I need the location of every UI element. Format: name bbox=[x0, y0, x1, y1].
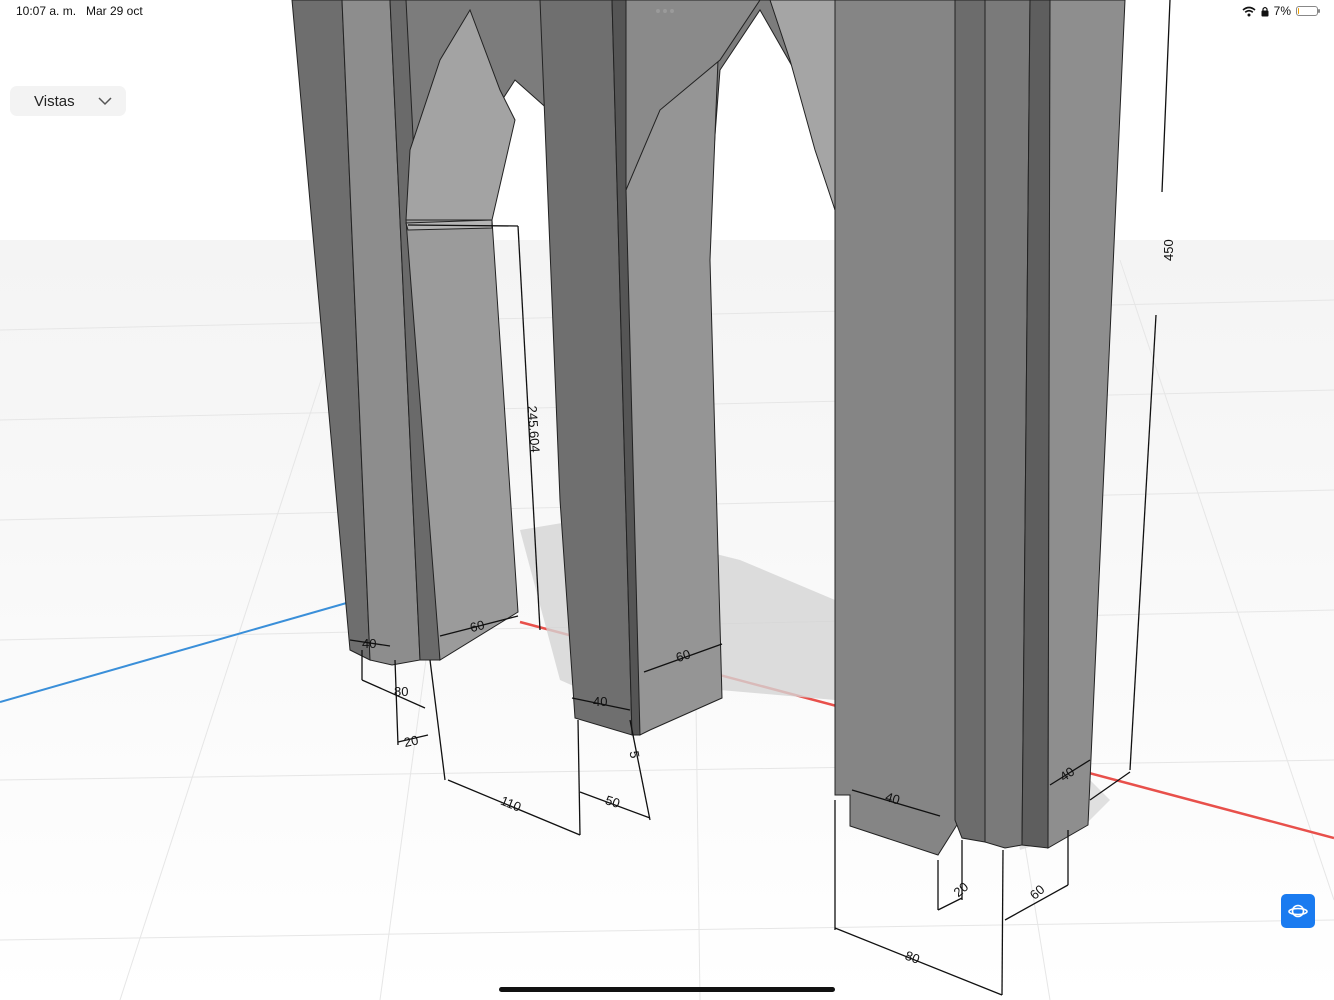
home-indicator[interactable] bbox=[499, 987, 835, 992]
lock-icon bbox=[1261, 6, 1269, 16]
orbit-view-button[interactable] bbox=[1281, 894, 1315, 928]
status-date: Mar 29 oct bbox=[86, 4, 143, 18]
wifi-icon bbox=[1242, 6, 1256, 16]
views-dropdown-label: Vistas bbox=[34, 92, 75, 110]
dimension-label[interactable]: 80 bbox=[394, 684, 408, 699]
right-pier-face2 bbox=[954, 0, 986, 843]
status-indicators: 7% bbox=[1242, 4, 1320, 18]
dimension-label[interactable]: 450 bbox=[1161, 239, 1176, 261]
orbit-icon bbox=[1288, 904, 1308, 918]
views-dropdown[interactable]: Vistas bbox=[10, 86, 126, 116]
dimension-label[interactable]: 40 bbox=[593, 694, 607, 709]
multitasking-dots[interactable] bbox=[656, 9, 674, 13]
chevron-down-icon bbox=[98, 96, 112, 105]
battery-icon bbox=[1296, 6, 1320, 16]
dimension-label[interactable]: 40 bbox=[362, 636, 376, 651]
right-pier-face bbox=[834, 0, 961, 856]
battery-percent: 7% bbox=[1273, 4, 1291, 18]
status-time: 10:07 a. m. bbox=[16, 4, 77, 18]
3d-viewport[interactable]: 40 80 20 60 245.604 110 40 5 50 60 450 4… bbox=[0, 0, 1334, 1000]
dimension-label[interactable]: 20 bbox=[402, 732, 419, 750]
